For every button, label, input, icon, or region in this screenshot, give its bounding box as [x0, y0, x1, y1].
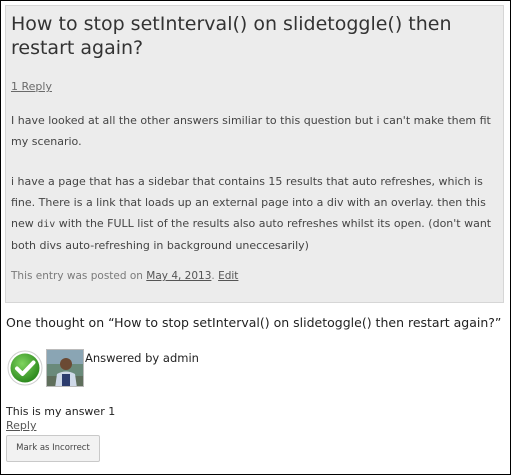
avatar: [46, 349, 84, 387]
mark-incorrect-button[interactable]: Mark as Incorrect: [6, 435, 100, 462]
comment-reply-link[interactable]: Reply: [6, 419, 36, 432]
meta-prefix: This entry was posted on: [11, 270, 147, 282]
answer-text: This is my answer 1: [6, 405, 116, 418]
post-paragraph: i have a page that has a sidebar that co…: [11, 171, 496, 256]
post-paragraph: I have looked at all the other answers s…: [11, 114, 491, 148]
answered-by: Answered by admin: [85, 351, 199, 365]
comments-title: One thought on “How to stop setInterval(…: [6, 315, 502, 330]
post-date-link[interactable]: May 4, 2013: [146, 270, 211, 282]
checkmark-icon: [7, 350, 43, 386]
reply-count-link[interactable]: 1 Reply: [11, 80, 52, 93]
edit-link[interactable]: Edit: [218, 270, 238, 282]
inline-code: div: [37, 219, 56, 230]
post-title: How to stop setInterval() on slidetoggle…: [11, 13, 452, 59]
page-frame: How to stop setInterval() on slidetoggle…: [0, 0, 511, 475]
post-entry: How to stop setInterval() on slidetoggle…: [5, 5, 504, 303]
paragraph-text: with the FULL list of the results also a…: [11, 217, 492, 252]
entry-meta: This entry was posted on May 4, 2013. Ed…: [11, 270, 238, 282]
